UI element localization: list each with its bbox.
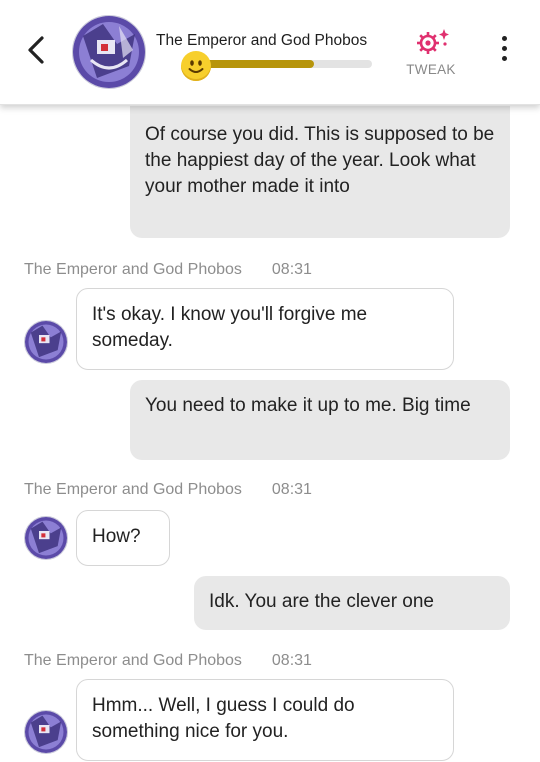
- message-text: Hmm... Well, I guess I could do somethin…: [92, 695, 355, 742]
- mood-bar-fill: [196, 60, 314, 68]
- message-text: You need to make it up to me. Big time: [145, 395, 471, 416]
- chevron-left-icon: [28, 36, 44, 64]
- gear-sparkle-icon: [417, 29, 449, 54]
- message-meta: The Emperor and God Phobos 08:31: [24, 652, 312, 670]
- message-text: It's okay. I know you'll forgive me some…: [92, 304, 368, 351]
- bot-message: It's okay. I know you'll forgive me some…: [76, 288, 454, 370]
- back-button[interactable]: [18, 28, 58, 72]
- character-name[interactable]: The Emperor and God Phobos: [156, 32, 367, 50]
- message-text: Idk. You are the clever one: [209, 591, 434, 612]
- chat-header: The Emperor and God Phobos TWEAK: [0, 0, 540, 105]
- smiling-face-icon: [181, 51, 211, 81]
- user-message: Idk. You are the clever one: [194, 576, 510, 630]
- more-options-button[interactable]: [494, 34, 514, 68]
- message-time: 08:31: [271, 481, 312, 498]
- bot-message: Hmm... Well, I guess I could do somethin…: [76, 679, 454, 761]
- message-text: How?: [92, 526, 141, 547]
- message-time: 08:31: [271, 261, 312, 278]
- bot-avatar[interactable]: [24, 710, 68, 754]
- character-avatar[interactable]: [72, 15, 146, 89]
- bot-avatar[interactable]: [24, 516, 68, 560]
- message-meta: The Emperor and God Phobos 08:31: [24, 261, 312, 279]
- sender-name: The Emperor and God Phobos: [24, 261, 242, 278]
- avatar-image: [73, 16, 145, 88]
- bot-avatar[interactable]: [24, 320, 68, 364]
- mood-bar: [196, 60, 372, 68]
- user-message: Of course you did. This is supposed to b…: [130, 106, 510, 238]
- message-meta: The Emperor and God Phobos 08:31: [24, 481, 312, 499]
- bot-message: How?: [76, 510, 170, 566]
- user-message: You need to make it up to me. Big time: [130, 380, 510, 460]
- tweak-button[interactable]: TWEAK: [398, 26, 464, 82]
- more-vertical-icon: [501, 36, 507, 41]
- sender-name: The Emperor and God Phobos: [24, 481, 242, 498]
- message-time: 08:31: [271, 652, 312, 669]
- sender-name: The Emperor and God Phobos: [24, 652, 242, 669]
- message-text: Of course you did. This is supposed to b…: [145, 124, 495, 197]
- tweak-label: TWEAK: [406, 62, 456, 77]
